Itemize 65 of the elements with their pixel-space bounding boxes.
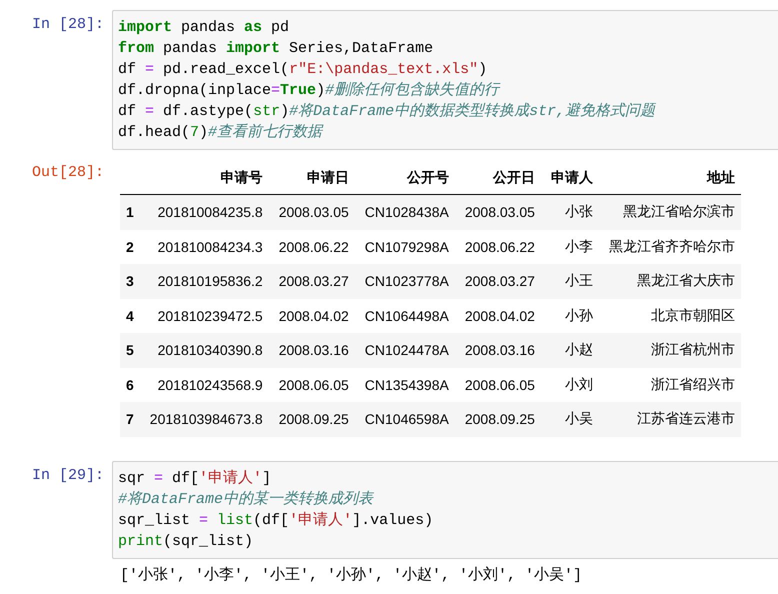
table-cell: 小吴 <box>542 402 601 436</box>
table-cell: 2008.06.05 <box>270 368 357 402</box>
table-cell: 2008.03.16 <box>456 333 543 368</box>
table-cell: 小刘 <box>542 368 601 402</box>
table-cell: 浙江省绍兴市 <box>600 368 741 402</box>
code-line: df.dropna(inplace=True)#删除任何包含缺失值的行 <box>118 80 500 101</box>
row-index: 6 <box>120 368 142 402</box>
table-cell: 2008.06.05 <box>456 368 543 402</box>
input-prompt: In [29]: <box>30 466 105 484</box>
table-cell: 201810239472.5 <box>142 298 271 333</box>
table-cell: CN1024478A <box>356 333 457 368</box>
table-cell: 黑龙江省大庆市 <box>600 264 741 298</box>
table-cell: 小赵 <box>542 333 601 368</box>
table-cell: 小王 <box>542 264 601 298</box>
table-cell: 小孙 <box>542 298 601 333</box>
table-cell: 2008.03.05 <box>456 194 543 230</box>
row-index: 5 <box>120 333 142 368</box>
print-output: ['小张', '小李', '小王', '小孙', '小赵', '小刘', '小吴'] <box>119 565 582 584</box>
table-cell: 201810243568.9 <box>142 368 271 402</box>
table-cell: 浙江省杭州市 <box>600 333 741 368</box>
table-cell: 黑龙江省哈尔滨市 <box>600 194 741 230</box>
table-cell: 江苏省连云港市 <box>600 402 741 436</box>
table-cell: 北京市朝阳区 <box>600 298 741 333</box>
code-line: df = pd.read_excel(r"E:\pandas_text.xls") <box>118 60 488 80</box>
row-index: 1 <box>120 194 142 230</box>
table-cell: CN1064498A <box>356 298 457 333</box>
table-cell: 201810340390.8 <box>142 333 271 368</box>
table-cell: 2018103984673.8 <box>142 402 271 436</box>
code-line: df.head(7)#查看前七行数据 <box>118 122 322 143</box>
code-line: print(sqr_list) <box>118 532 254 552</box>
table-cell: 2008.09.25 <box>456 402 543 436</box>
code-line: import pandas as pd <box>118 18 290 38</box>
table-cell: CN1046598A <box>356 402 457 436</box>
code-line: df = df.astype(str)#将DataFrame中的数据类型转换成str,避免格式问题 <box>118 102 656 122</box>
code-line: sqr = df['申请人'] <box>118 468 272 488</box>
row-index: 7 <box>120 402 142 436</box>
table-cell: 201810195836.2 <box>142 264 271 298</box>
table-cell: 201810084234.3 <box>142 230 271 264</box>
table-cell: 2008.09.25 <box>270 402 357 436</box>
code-line: sqr_list = list(df['申请人'].values) <box>118 510 434 530</box>
table-cell: CN1079298A <box>356 230 457 264</box>
table-cell: 小张 <box>542 194 601 230</box>
input-prompt: In [28]: <box>30 15 105 33</box>
table-cell: 2008.03.27 <box>456 264 543 298</box>
table-cell: CN1028438A <box>356 194 457 230</box>
code-editor[interactable]: sqr = df['申请人'] #将DataFrame中的某一类转换成列表 sqr_list = list(df['申请人'].values) print(sqr_list) <box>112 460 778 558</box>
row-index: 4 <box>120 298 142 333</box>
table-cell: 2008.06.22 <box>456 230 543 264</box>
table-cell: CN1354398A <box>356 368 457 402</box>
table-cell: 2008.04.02 <box>456 298 543 333</box>
output-prompt: Out[28]: <box>30 163 105 181</box>
table-cell: 201810084235.8 <box>142 194 271 230</box>
code-line: #将DataFrame中的某一类转换成列表 <box>118 490 374 510</box>
code-editor[interactable] <box>112 10 778 150</box>
table-cell: 2008.04.02 <box>270 298 357 333</box>
table-cell: 2008.03.16 <box>270 333 357 368</box>
table-cell: 2008.03.05 <box>270 194 357 230</box>
table-cell: CN1023778A <box>356 264 457 298</box>
code-line: from pandas import Series,DataFrame <box>118 39 434 59</box>
row-index: 3 <box>120 264 142 298</box>
table-cell: 2008.06.22 <box>270 230 357 264</box>
table-cell: 2008.03.27 <box>270 264 357 298</box>
table-cell: 黑龙江省齐齐哈尔市 <box>600 230 741 264</box>
table-cell: 小李 <box>542 230 601 264</box>
row-index: 2 <box>120 230 142 264</box>
